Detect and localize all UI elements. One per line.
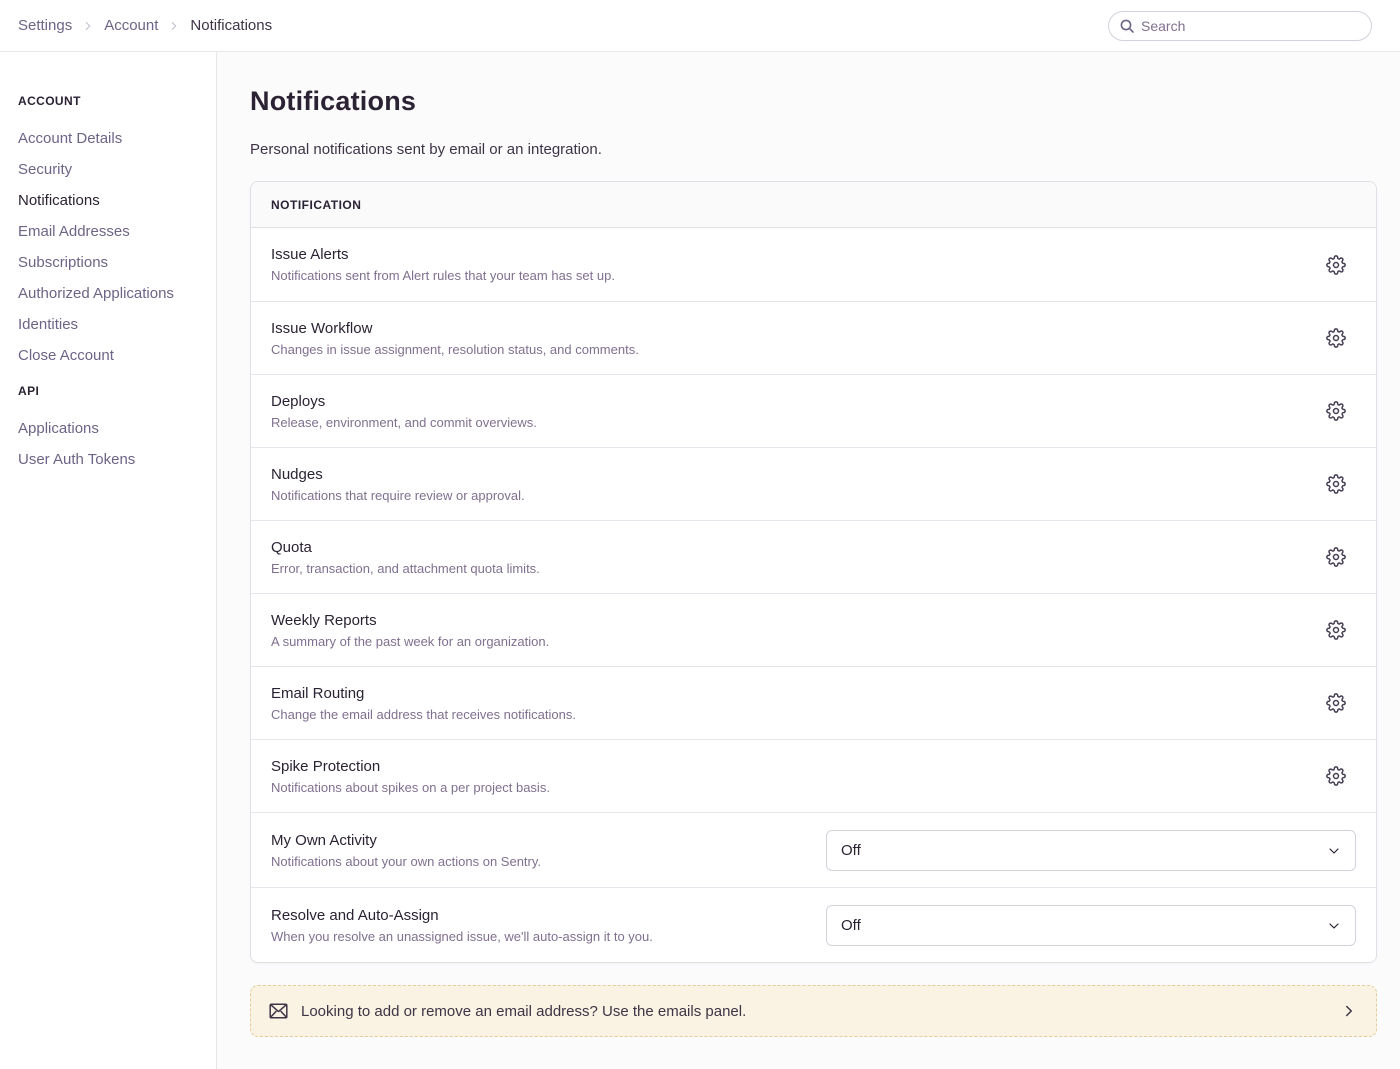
topbar: Settings Account Notifications <box>0 0 1400 52</box>
panel-header: NOTIFICATION <box>251 182 1376 228</box>
notification-select[interactable]: Off <box>826 905 1356 946</box>
chevron-down-icon <box>1326 843 1342 859</box>
breadcrumb-account[interactable]: Account <box>104 17 158 34</box>
row-title: Deploys <box>271 393 1300 410</box>
row-description: A summary of the past week for an organi… <box>271 634 1300 649</box>
row-description: Notifications that require review or app… <box>271 488 1300 503</box>
row-description: Notifications sent from Alert rules that… <box>271 268 1300 283</box>
row-settings-button[interactable] <box>1320 541 1352 573</box>
row-settings-button[interactable] <box>1320 468 1352 500</box>
row-settings-button[interactable] <box>1320 614 1352 646</box>
gear-icon <box>1326 401 1346 421</box>
notification-row-quota: Quota Error, transaction, and attachment… <box>251 520 1376 593</box>
row-description: When you resolve an unassigned issue, we… <box>271 929 806 944</box>
breadcrumb-notifications[interactable]: Notifications <box>190 17 272 34</box>
breadcrumb: Settings Account Notifications <box>18 17 272 34</box>
row-text: My Own Activity Notifications about your… <box>271 832 826 869</box>
sidebar-item-close-account[interactable]: Close Account <box>18 345 204 366</box>
notification-row-spike-protection: Spike Protection Notifications about spi… <box>251 739 1376 812</box>
sidebar-item-identities[interactable]: Identities <box>18 314 204 335</box>
row-text: Spike Protection Notifications about spi… <box>271 758 1320 795</box>
row-text: Email Routing Change the email address t… <box>271 685 1320 722</box>
row-description: Error, transaction, and attachment quota… <box>271 561 1300 576</box>
sidebar-list: Account Details Security Notifications Emai… <box>18 128 204 366</box>
notification-row-weekly-reports: Weekly Reports A summary of the past wee… <box>251 593 1376 666</box>
notification-row-deploys: Deploys Release, environment, and commit… <box>251 374 1376 447</box>
chevron-down-icon <box>1326 918 1342 934</box>
notifications-panel: NOTIFICATION Issue Alerts Notifications … <box>250 181 1377 963</box>
notification-row-issue-alerts: Issue Alerts Notifications sent from Ale… <box>251 228 1376 301</box>
gear-icon <box>1326 693 1346 713</box>
row-title: Nudges <box>271 466 1300 483</box>
row-text: Issue Alerts Notifications sent from Ale… <box>271 246 1320 283</box>
notification-row-email-routing: Email Routing Change the email address t… <box>251 666 1376 739</box>
gear-icon <box>1326 620 1346 640</box>
sidebar-item-subscriptions[interactable]: Subscriptions <box>18 252 204 273</box>
gear-icon <box>1326 255 1346 275</box>
main-content: Notifications Personal notifications sen… <box>217 52 1400 1069</box>
notification-row-issue-workflow: Issue Workflow Changes in issue assignme… <box>251 301 1376 374</box>
page-body: ACCOUNT Account Details Security Notificat… <box>0 52 1400 1069</box>
chevron-right-icon <box>81 19 95 33</box>
row-settings-button[interactable] <box>1320 322 1352 354</box>
sidebar-section-title: API <box>18 384 204 398</box>
row-settings-button[interactable] <box>1320 249 1352 281</box>
row-title: Weekly Reports <box>271 612 1300 629</box>
sidebar-section-account: ACCOUNT Account Details Security Notificat… <box>18 94 204 366</box>
notification-select[interactable]: Off <box>826 830 1356 871</box>
gear-icon <box>1326 766 1346 786</box>
row-text: Resolve and Auto-Assign When you resolve… <box>271 907 826 944</box>
sidebar-item-email-addresses[interactable]: Email Addresses <box>18 221 204 242</box>
row-title: Resolve and Auto-Assign <box>271 907 806 924</box>
row-description: Notifications about spikes on a per proj… <box>271 780 1300 795</box>
sidebar-item-user-auth-tokens[interactable]: User Auth Tokens <box>18 449 204 470</box>
banner-text: Looking to add or remove an email addres… <box>301 1003 746 1020</box>
search-box <box>1108 11 1372 41</box>
gear-icon <box>1326 547 1346 567</box>
row-title: Email Routing <box>271 685 1300 702</box>
row-title: Spike Protection <box>271 758 1300 775</box>
row-text: Deploys Release, environment, and commit… <box>271 393 1320 430</box>
select-value: Off <box>841 917 861 934</box>
row-settings-button[interactable] <box>1320 760 1352 792</box>
row-text: Issue Workflow Changes in issue assignme… <box>271 320 1320 357</box>
notification-rows: Issue Alerts Notifications sent from Ale… <box>251 228 1376 962</box>
notification-row-my-own-activity: My Own Activity Notifications about your… <box>251 812 1376 887</box>
row-title: My Own Activity <box>271 832 806 849</box>
row-title: Quota <box>271 539 1300 556</box>
notification-row-resolve-and-auto-assign: Resolve and Auto-Assign When you resolve… <box>251 887 1376 962</box>
row-title: Issue Alerts <box>271 246 1300 263</box>
row-text: Nudges Notifications that require review… <box>271 466 1320 503</box>
sidebar-item-notifications[interactable]: Notifications <box>18 190 204 211</box>
row-description: Changes in issue assignment, resolution … <box>271 342 1300 357</box>
page-title: Notifications <box>250 85 1377 117</box>
envelope-icon <box>269 1003 288 1019</box>
row-text: Quota Error, transaction, and attachment… <box>271 539 1320 576</box>
row-description: Change the email address that receives n… <box>271 707 1300 722</box>
sidebar-item-authorized-applications[interactable]: Authorized Applications <box>18 283 204 304</box>
select-value: Off <box>841 842 861 859</box>
sidebar-list: Applications User Auth Tokens <box>18 418 204 470</box>
notification-row-nudges: Nudges Notifications that require review… <box>251 447 1376 520</box>
row-text: Weekly Reports A summary of the past wee… <box>271 612 1320 649</box>
sidebar-item-applications[interactable]: Applications <box>18 418 204 439</box>
row-description: Notifications about your own actions on … <box>271 854 806 869</box>
sidebar-item-account-details[interactable]: Account Details <box>18 128 204 149</box>
sidebar-item-security[interactable]: Security <box>18 159 204 180</box>
chevron-right-icon <box>1340 1002 1358 1020</box>
row-settings-button[interactable] <box>1320 687 1352 719</box>
row-settings-button[interactable] <box>1320 395 1352 427</box>
row-description: Release, environment, and commit overvie… <box>271 415 1300 430</box>
sidebar-section-title: ACCOUNT <box>18 94 204 108</box>
breadcrumb-settings[interactable]: Settings <box>18 17 72 34</box>
gear-icon <box>1326 328 1346 348</box>
sidebar: ACCOUNT Account Details Security Notificat… <box>0 52 217 1069</box>
sidebar-section-api: API Applications User Auth Tokens <box>18 384 204 470</box>
gear-icon <box>1326 474 1346 494</box>
chevron-right-icon <box>167 19 181 33</box>
page-description: Personal notifications sent by email or … <box>250 141 1377 158</box>
emails-panel-banner[interactable]: Looking to add or remove an email addres… <box>250 985 1377 1037</box>
search-input[interactable] <box>1108 11 1372 41</box>
row-title: Issue Workflow <box>271 320 1300 337</box>
